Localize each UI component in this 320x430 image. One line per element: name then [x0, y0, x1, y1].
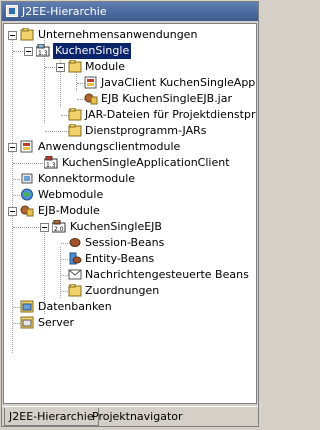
tree-line	[13, 51, 23, 52]
tree-line	[61, 243, 68, 244]
enterprise-apps-icon	[20, 27, 34, 41]
view-tabs: J2EE-Hierarchie Projektnavigator	[2, 406, 258, 427]
collapse-icon[interactable]	[8, 143, 17, 152]
folder-open-icon	[68, 59, 82, 73]
tree-label-selected: KuchenSingle	[53, 43, 132, 59]
tree-label: Webmodule	[38, 188, 104, 201]
tree-item-enterprise-apps[interactable]: Unternehmensanwendungen	[4, 27, 256, 43]
ear-project-icon: 1.3	[35, 43, 50, 57]
envelope-icon	[68, 268, 82, 281]
folder-icon	[68, 283, 82, 297]
folder-icon	[68, 123, 82, 137]
ejb-modules-icon	[20, 204, 34, 217]
collapse-icon[interactable]	[40, 223, 49, 232]
tree-line	[61, 275, 68, 276]
server-icon	[20, 316, 34, 329]
tree-item-utility-jars[interactable]: Dienstprogramm-JARs	[4, 123, 256, 139]
collapse-icon[interactable]	[8, 31, 17, 40]
tree-line	[13, 163, 43, 164]
tree-label: Dienstprogramm-JARs	[85, 124, 207, 137]
tree-item-jar-files[interactable]: JAR-Dateien für Projektdienstprogran	[4, 107, 256, 123]
tree-item-assignments[interactable]: Zuordnungen	[4, 283, 256, 299]
tree-line	[45, 131, 69, 132]
tree-label: Session-Beans	[85, 236, 165, 249]
tree-label: JAR-Dateien für Projektdienstprogran	[85, 108, 256, 121]
folder-icon	[68, 107, 82, 121]
tree-item-session-beans[interactable]: Session-Beans	[4, 235, 256, 251]
entity-bean-icon	[68, 252, 82, 265]
collapse-icon[interactable]	[56, 63, 65, 72]
view-titlebar: J2EE-Hierarchie	[2, 2, 258, 21]
tree-label: Konnektormodule	[38, 172, 136, 185]
tree-label: Unternehmensanwendungen	[38, 28, 198, 41]
tree-item-server[interactable]: Server	[4, 315, 256, 331]
tree-item-app-client-modules[interactable]: Anwendungsclientmodule	[4, 139, 256, 155]
tree-item-message-beans[interactable]: Nachrichtengesteuerte Beans	[4, 267, 256, 283]
tree-item-web-modules[interactable]: Webmodule	[4, 187, 256, 203]
tree-line	[61, 259, 68, 260]
tree-line	[13, 179, 20, 180]
tree-item-client-jar[interactable]: JavaClient KuchenSingleApplicatio	[4, 75, 257, 91]
tree-label: KuchenSingleApplicationClient	[62, 156, 230, 169]
tree-line	[13, 307, 20, 308]
database-icon	[20, 300, 34, 313]
client-project-icon: 1.3	[43, 155, 58, 169]
collapse-icon[interactable]	[24, 47, 33, 56]
tree-label: Module	[85, 60, 125, 73]
tree-line	[45, 67, 55, 68]
collapse-icon[interactable]	[8, 207, 17, 216]
tree-label: EJB KuchenSingleEJB.jar	[101, 92, 233, 105]
tab-project-navigator[interactable]: Projektnavigator	[88, 408, 187, 425]
tree-label: Entity-Beans	[85, 252, 155, 265]
tree-label: Anwendungsclientmodule	[38, 140, 181, 153]
tree-label: Nachrichtengesteuerte Beans	[85, 268, 249, 281]
tree-item-modules[interactable]: Module	[4, 59, 256, 75]
tree-line	[13, 323, 20, 324]
tree-item-databases[interactable]: Datenbanken	[4, 299, 256, 315]
app-client-modules-icon	[20, 140, 34, 153]
client-module-icon	[84, 76, 98, 89]
tree-line	[13, 195, 20, 196]
connector-icon	[20, 172, 34, 185]
svg-text:2.0: 2.0	[54, 226, 64, 233]
j2ee-view-icon	[6, 5, 18, 17]
tree-item-entity-beans[interactable]: Entity-Beans	[4, 251, 256, 267]
globe-icon	[20, 188, 34, 201]
tree-label: Datenbanken	[38, 300, 112, 313]
view-title: J2EE-Hierarchie	[22, 5, 107, 18]
tree-label: KuchenSingleEJB	[70, 220, 162, 233]
tree-label: EJB-Module	[38, 204, 100, 217]
ejb-module-icon	[84, 92, 98, 105]
tree-item-ejb-project[interactable]: 2.0 KuchenSingleEJB	[4, 219, 256, 235]
tree-line	[13, 227, 39, 228]
tree-label: Server	[38, 316, 75, 329]
svg-text:1.3: 1.3	[46, 162, 56, 169]
tab-j2ee-hierarchy[interactable]: J2EE-Hierarchie	[4, 408, 99, 426]
tree-line	[61, 291, 68, 292]
tree-item-ejb-jar[interactable]: EJB KuchenSingleEJB.jar	[4, 91, 256, 107]
tree-label: JavaClient KuchenSingleApplicatio	[101, 76, 257, 89]
ejb-project-icon: 2.0	[51, 219, 66, 233]
tree-item-app-client[interactable]: 1.3 KuchenSingleApplicationClient	[4, 155, 256, 171]
svg-text:1.3: 1.3	[38, 50, 48, 57]
tree-label: Zuordnungen	[85, 284, 160, 297]
tree-item-kuchensingle[interactable]: 1.3 KuchenSingle	[4, 43, 256, 59]
tree-item-connector-modules[interactable]: Konnektormodule	[4, 171, 256, 187]
session-bean-icon	[68, 236, 82, 249]
j2ee-tree[interactable]: Unternehmensanwendungen 1.3 KuchenSingle…	[3, 23, 257, 404]
tree-item-ejb-modules[interactable]: EJB-Module	[4, 203, 256, 219]
